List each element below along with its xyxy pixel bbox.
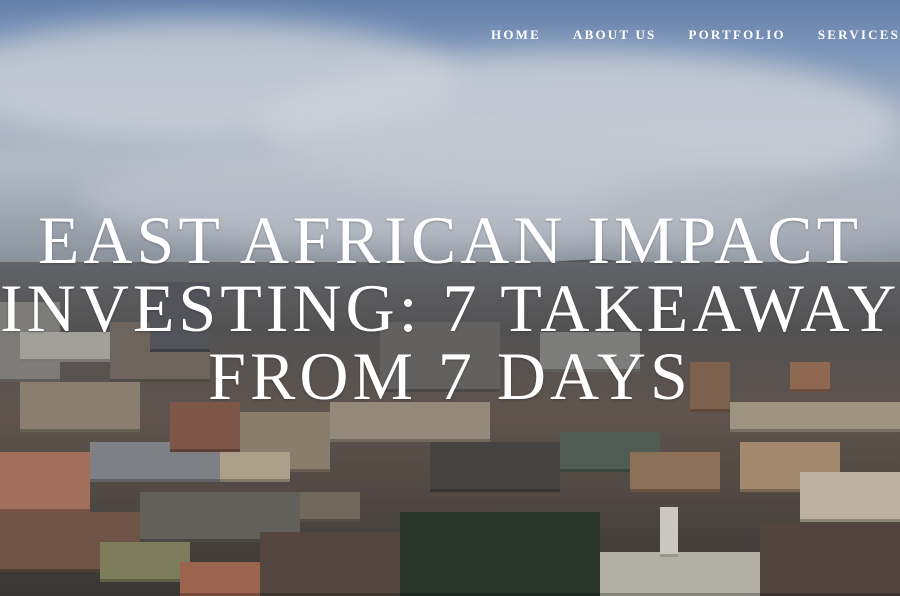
nav-portfolio-link[interactable]: PORTFOLIO — [672, 27, 801, 43]
hero-title: EAST AFRICAN IMPACT INVESTING: 7 TAKEAWA… — [0, 206, 900, 410]
nav-services-link[interactable]: SERVICES — [802, 27, 900, 43]
nav-about-us-link[interactable]: ABOUT US — [557, 27, 672, 43]
nav-home-link[interactable]: HOME — [475, 27, 557, 43]
hero-title-line-1: EAST AFRICAN IMPACT — [37, 202, 863, 278]
hero-title-line-2: INVESTING: 7 TAKEAWAYS — [0, 270, 900, 346]
main-nav: HOME ABOUT US PORTFOLIO SERVICES — [475, 27, 900, 43]
hero-banner: HOME ABOUT US PORTFOLIO SERVICES EAST AF… — [0, 0, 900, 596]
hero-title-line-3: FROM 7 DAYS — [208, 338, 692, 414]
